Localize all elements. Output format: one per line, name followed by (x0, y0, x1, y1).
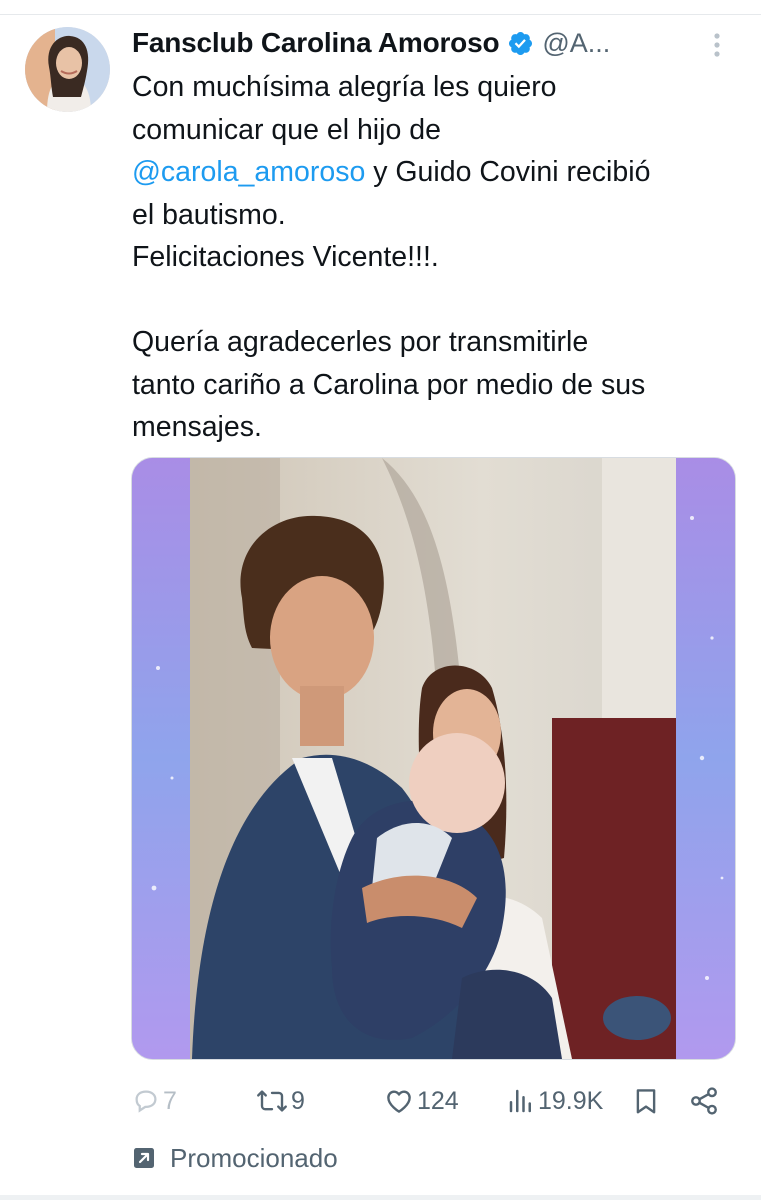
share-icon (691, 1087, 717, 1115)
reply-icon (135, 1090, 157, 1113)
promoted-text: Promocionado (170, 1142, 338, 1173)
like-count: 124 (417, 1086, 459, 1115)
more-icon[interactable] (705, 30, 729, 60)
tweet-text: Con muchísima alegría les quiero comunic… (132, 66, 732, 449)
views-button[interactable]: 19.9K (506, 1078, 603, 1124)
bookmark-button[interactable] (631, 1078, 661, 1124)
tweet-text-line: comunicar que el hijo de (132, 113, 441, 146)
repost-button[interactable]: 9 (255, 1078, 305, 1124)
views-icon (509, 1089, 531, 1113)
author-display-name[interactable]: Fansclub Carolina Amoroso (132, 27, 500, 59)
tweet-text-line: el bautismo. (132, 198, 286, 231)
tweet-text-line: Felicitaciones Vicente!!!. (132, 241, 439, 273)
share-button[interactable] (688, 1078, 720, 1124)
avatar-image (25, 27, 110, 112)
tweet-text-line: tanto cariño a Carolina por medio de sus (132, 368, 646, 401)
tweet-photo[interactable] (131, 457, 736, 1060)
top-divider (0, 14, 761, 15)
tweet-text-line: Quería agradecerles por transmitirle (132, 326, 589, 358)
author-row: Fansclub Carolina Amoroso @A... (132, 22, 692, 64)
like-icon (387, 1090, 411, 1113)
repost-icon (257, 1090, 287, 1112)
tweet-text-line: y Guido Covini recibió (365, 156, 651, 188)
promoted-label[interactable]: Promocionado (132, 1138, 338, 1178)
reply-button[interactable]: 7 (131, 1078, 177, 1124)
mention-link[interactable]: @carola_amoroso (132, 156, 365, 188)
author-handle[interactable]: @A... (542, 28, 610, 59)
tweet-text-line: mensajes. (132, 411, 262, 443)
tweet-text-line: Con muchísima alegría les quiero (132, 71, 557, 103)
views-count: 19.9K (538, 1086, 604, 1115)
promoted-icon (134, 1148, 154, 1168)
reply-count: 7 (163, 1086, 177, 1115)
like-button[interactable]: 124 (383, 1078, 459, 1124)
avatar[interactable] (25, 27, 110, 112)
bookmark-icon (636, 1089, 656, 1114)
repost-count: 9 (291, 1086, 305, 1115)
tweet-actions: 7 9 124 19.9K (131, 1078, 741, 1124)
verified-badge-icon (509, 31, 533, 55)
bottom-divider (0, 1195, 761, 1200)
photo-image (132, 458, 735, 1059)
